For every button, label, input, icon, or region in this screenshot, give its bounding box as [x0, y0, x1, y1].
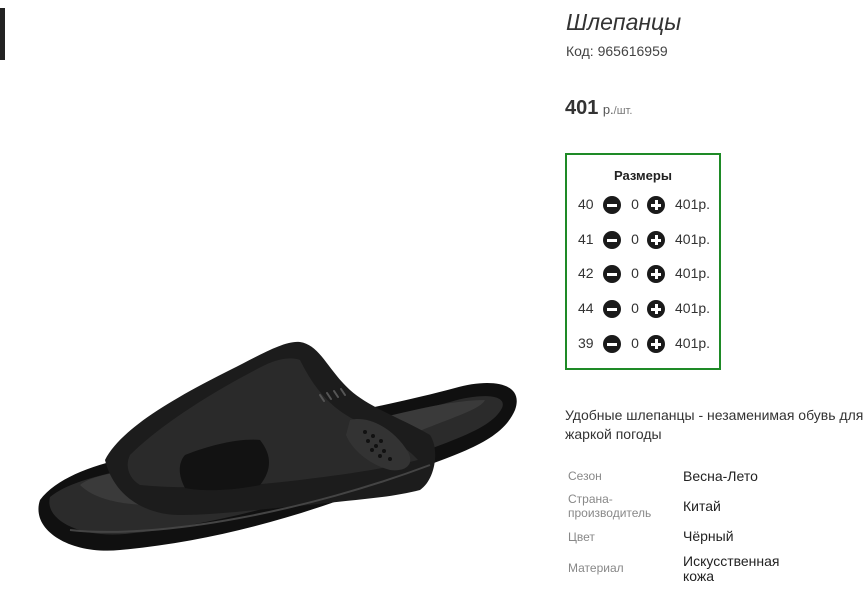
size-row: 40 0 401р.: [577, 195, 717, 215]
spec-value-country: Китай: [683, 498, 721, 514]
product-code: Код: 965616959: [566, 43, 668, 59]
size-row: 41 0 401р.: [577, 230, 717, 250]
plus-circle-icon[interactable]: [647, 196, 665, 214]
size-row: 44 0 401р.: [577, 299, 717, 319]
size-quantity: 0: [631, 196, 639, 212]
size-number: 42: [578, 265, 594, 281]
plus-circle-icon[interactable]: [647, 300, 665, 318]
product-description: Удобные шлепанцы - незаменимая обувь для…: [565, 406, 865, 444]
spec-value-color: Чёрный: [683, 528, 734, 544]
size-number: 41: [578, 231, 594, 247]
price-unit: р.: [602, 102, 614, 117]
size-price: 401р.: [675, 300, 711, 316]
sizes-title: Размеры: [614, 168, 672, 183]
minus-circle-icon[interactable]: [603, 231, 621, 249]
spec-label-material: Материал: [568, 561, 624, 575]
size-quantity: 0: [631, 335, 639, 351]
size-price: 401р.: [675, 231, 711, 247]
spec-label-country: Страна-: [568, 492, 613, 506]
size-price: 401р.: [675, 265, 711, 281]
sizes-panel: Размеры 40 0 401р. 41 0 401р. 42 0 401р.…: [565, 153, 721, 370]
spec-value-material: кожа: [683, 568, 715, 584]
left-edge-bar: [0, 8, 5, 60]
code-label: Код:: [566, 43, 594, 59]
size-row: 39 0 401р.: [577, 334, 717, 354]
size-row: 42 0 401р.: [577, 264, 717, 284]
size-quantity: 0: [631, 231, 639, 247]
spec-label-color: Цвет: [568, 530, 595, 544]
minus-circle-icon[interactable]: [603, 335, 621, 353]
description-line: жаркой погоды: [565, 426, 662, 442]
size-quantity: 0: [631, 265, 639, 281]
price-value: 401: [565, 97, 599, 119]
size-number: 40: [578, 196, 594, 212]
plus-circle-icon[interactable]: [647, 231, 665, 249]
price-per-unit: /шт.: [613, 105, 633, 117]
product-title: Шлепанцы: [566, 9, 682, 35]
product-price: 401 р./шт.: [565, 97, 632, 120]
size-quantity: 0: [631, 300, 639, 316]
size-number: 39: [578, 335, 594, 351]
minus-circle-icon[interactable]: [603, 300, 621, 318]
size-price: 401р.: [675, 196, 711, 212]
minus-circle-icon[interactable]: [603, 265, 621, 283]
spec-value-material: Искусственная: [683, 553, 780, 569]
size-number: 44: [578, 300, 594, 316]
spec-label-country: производитель: [568, 506, 652, 520]
spec-label-season: Сезон: [568, 469, 602, 483]
code-value: 965616959: [597, 43, 668, 59]
description-line: Удобные шлепанцы - незаменимая обувь для: [565, 407, 864, 423]
plus-circle-icon[interactable]: [647, 335, 665, 353]
minus-circle-icon[interactable]: [603, 196, 621, 214]
product-image: [10, 60, 550, 600]
plus-circle-icon[interactable]: [647, 265, 665, 283]
spec-value-season: Весна-Лето: [683, 468, 758, 484]
size-price: 401р.: [675, 335, 711, 351]
